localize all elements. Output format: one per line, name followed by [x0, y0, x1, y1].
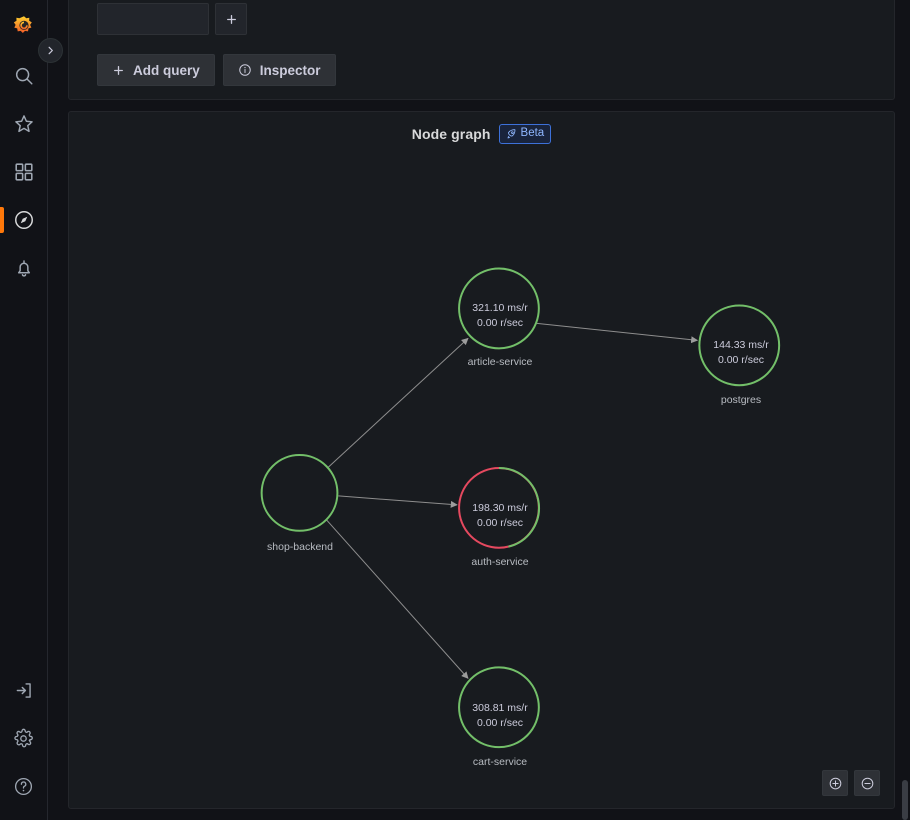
node-graph-panel: Node graph Beta	[68, 111, 895, 809]
plus-icon	[225, 13, 238, 26]
node-graph-canvas[interactable]	[69, 112, 894, 808]
edge-shop-backend-auth-service	[338, 496, 457, 505]
filter-row	[97, 3, 247, 35]
zoom-out-button[interactable]	[854, 770, 880, 796]
plus-icon	[112, 64, 125, 77]
page-scrollbar-track[interactable]	[903, 0, 909, 820]
edge-shop-backend-article-service	[327, 338, 468, 468]
explore-main-content: Add query Inspector Node graph	[48, 0, 910, 820]
node-auth-service[interactable]	[459, 468, 539, 548]
graph-nodes	[262, 269, 780, 748]
inspector-button[interactable]: Inspector	[223, 54, 336, 86]
zoom-in-button[interactable]	[822, 770, 848, 796]
sign-in-icon	[13, 680, 34, 701]
gear-icon	[13, 728, 34, 749]
sidebar-item-alerting[interactable]	[0, 244, 48, 292]
bell-icon	[13, 257, 35, 279]
node-cart-service[interactable]	[459, 667, 539, 747]
node-postgres[interactable]	[699, 305, 779, 385]
node-article-service[interactable]	[459, 269, 539, 349]
edge-article-service-postgres	[537, 323, 698, 340]
sidebar-item-help[interactable]	[0, 762, 48, 810]
sidebar-item-sign-in[interactable]	[0, 666, 48, 714]
info-circle-icon	[238, 63, 252, 77]
sidebar-collapse-toggle[interactable]	[38, 38, 63, 63]
zoom-out-icon	[860, 776, 875, 791]
zoom-controls	[822, 770, 880, 796]
node-shop-backend[interactable]	[262, 455, 338, 531]
star-icon	[13, 113, 35, 135]
dashboards-grid-icon	[13, 161, 35, 183]
add-filter-button[interactable]	[215, 3, 247, 35]
sidebar-bottom-group	[0, 666, 47, 820]
query-editor-panel: Add query Inspector	[68, 0, 895, 100]
sidebar-item-starred[interactable]	[0, 100, 48, 148]
page-scrollbar-thumb[interactable]	[902, 780, 908, 820]
add-query-label: Add query	[133, 63, 200, 78]
question-circle-icon	[13, 776, 34, 797]
chevron-right-icon	[45, 45, 56, 56]
sidebar-item-explore[interactable]	[0, 196, 48, 244]
add-query-button[interactable]: Add query	[97, 54, 215, 86]
compass-icon	[13, 209, 35, 231]
sidebar-item-configuration[interactable]	[0, 714, 48, 762]
zoom-in-icon	[828, 776, 843, 791]
sidebar-item-search[interactable]	[0, 52, 48, 100]
edge-shop-backend-cart-service	[326, 520, 468, 679]
sidebar-item-dashboards[interactable]	[0, 148, 48, 196]
main-navigation-sidebar	[0, 0, 48, 820]
inspector-label: Inspector	[260, 63, 321, 78]
query-actions-row: Add query Inspector	[97, 54, 336, 86]
explore-page: Add query Inspector Node graph	[0, 0, 910, 820]
search-icon	[13, 65, 35, 87]
filter-input[interactable]	[97, 3, 209, 35]
